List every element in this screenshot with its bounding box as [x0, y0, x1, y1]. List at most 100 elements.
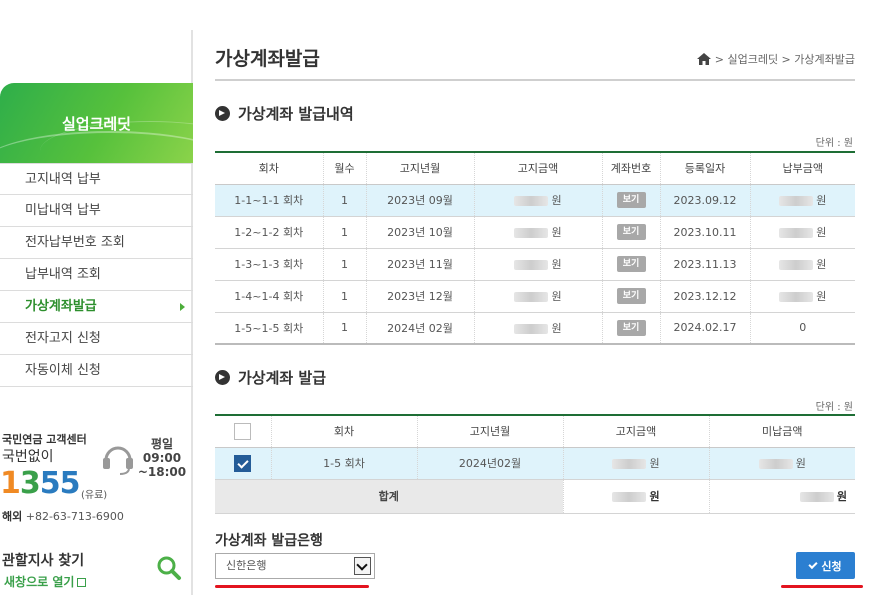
arrow-circle-icon — [215, 106, 230, 121]
sidebar-item-notice-payment[interactable]: 고지내역 납부 — [0, 163, 193, 195]
view-account-button[interactable]: 보기 — [616, 224, 646, 240]
select-cell — [215, 447, 272, 480]
sidebar-item-auto-transfer[interactable]: 자동이체 신청 — [0, 355, 193, 387]
paid-value: 원 — [816, 194, 827, 207]
cell-months: 1 — [323, 248, 367, 281]
sidebar-item-label: 미납내역 납부 — [25, 203, 101, 218]
cell-months: 1 — [323, 184, 367, 217]
cell-year-month: 2024년 02월 — [366, 312, 475, 345]
cell-account: 보기 — [602, 216, 661, 249]
search-icon[interactable] — [156, 555, 182, 581]
cell-year-month: 2023년 09월 — [366, 184, 475, 217]
view-account-button[interactable]: 보기 — [616, 319, 646, 336]
branch-title: 관할지사 찾기 — [2, 553, 85, 569]
select-all-cell — [215, 415, 272, 448]
number-digit: 1 — [0, 466, 21, 501]
cell-date: 2023.11.13 — [660, 248, 751, 281]
issue-section-title: 가상계좌 발급 — [215, 367, 326, 388]
won-unit: 원 — [551, 258, 562, 271]
view-account-button[interactable]: 보기 — [616, 256, 646, 272]
column-header: 납부금액 — [750, 152, 855, 185]
column-header: 고지년월 — [366, 152, 475, 185]
cell-paid: 원 — [750, 248, 855, 281]
sidebar-brand-banner[interactable]: 실업크레딧 — [0, 83, 193, 163]
cell-account: 보기 — [602, 184, 661, 217]
masked-value — [779, 228, 814, 238]
headset-icon — [103, 446, 133, 475]
customer-center-number: 1355 — [0, 466, 80, 501]
cell-amount: 원 — [474, 312, 603, 345]
external-link-icon — [77, 578, 87, 587]
paid-value: 원 — [816, 226, 827, 239]
view-account-button[interactable]: 보기 — [616, 192, 646, 208]
cell-amount: 원 — [474, 184, 603, 217]
sidebar: 실업크레딧 고지내역 납부 미납내역 납부 전자납부번호 조회 납부내역 조회 … — [0, 0, 193, 595]
masked-value — [612, 459, 647, 469]
column-header: 회차 — [271, 415, 418, 448]
paid-value: 0 — [799, 321, 807, 335]
cell-year-month: 2024년02월 — [417, 447, 564, 480]
apply-button[interactable]: 신청 — [796, 552, 855, 579]
cell-round: 1-5 회차 — [271, 447, 418, 480]
sidebar-item-unpaid-payment[interactable]: 미납내역 납부 — [0, 195, 193, 227]
main-content: 가상계좌발급 > 실업크레딧 > 가상계좌발급 가상계좌 발급내역 단위 : 원… — [215, 0, 863, 595]
column-header: 등록일자 — [660, 152, 751, 185]
masked-value — [779, 260, 814, 270]
hours-from: 09:00 — [142, 451, 182, 465]
arrow-circle-icon — [215, 370, 230, 385]
cell-date: 2023.12.12 — [660, 280, 751, 313]
masked-value — [612, 492, 647, 502]
history-title-label: 가상계좌 발급내역 — [238, 105, 354, 123]
column-header: 계좌번호 — [602, 152, 661, 185]
cell-amount: 원 — [563, 447, 710, 480]
cell-year-month: 2023년 12월 — [366, 280, 475, 313]
cell-months: 1 — [323, 216, 367, 249]
cell-amount: 원 — [474, 216, 603, 249]
sidebar-item-label: 자동이체 신청 — [25, 363, 101, 378]
cell-account: 보기 — [602, 280, 661, 313]
history-unit: 단위 : 원 — [815, 138, 853, 149]
column-header: 고지금액 — [563, 415, 710, 448]
hours-to: ~18:00 — [137, 465, 187, 479]
won-unit: 원 — [551, 226, 562, 239]
sidebar-item-label: 전자납부번호 조회 — [25, 235, 125, 250]
cell-date: 2023.09.12 — [660, 184, 751, 217]
sum-label: 합계 — [215, 479, 564, 514]
view-account-button[interactable]: 보기 — [616, 288, 646, 304]
masked-value — [514, 323, 549, 334]
cell-paid: 원 — [750, 216, 855, 249]
sum-row: 합계 원 원 — [215, 479, 855, 514]
bank-select[interactable]: 신한은행 — [215, 553, 375, 579]
check-icon — [808, 559, 818, 569]
row-checkbox[interactable] — [234, 454, 252, 472]
column-header: 고지금액 — [474, 152, 603, 185]
cell-year-month: 2023년 10월 — [366, 216, 475, 249]
table-row: 1-5~1-5 회차 1 2024년 02월 원 보기 2024.02.17 0 — [215, 312, 855, 345]
cell-account: 보기 — [602, 248, 661, 281]
sidebar-item-label: 가상계좌발급 — [25, 299, 97, 314]
cell-year-month: 2023년 11월 — [366, 248, 475, 281]
cell-months: 1 — [323, 312, 367, 345]
number-digit: 3 — [19, 466, 41, 501]
select-all-checkbox[interactable] — [234, 422, 252, 440]
apply-button-label: 신청 — [821, 559, 842, 573]
home-icon[interactable] — [696, 53, 711, 65]
cell-unpaid: 원 — [709, 447, 855, 480]
sidebar-item-e-notice[interactable]: 전자고지 신청 — [0, 323, 193, 355]
cell-date: 2024.02.17 — [660, 312, 751, 345]
sidebar-item-payment-history[interactable]: 납부내역 조회 — [0, 259, 193, 291]
masked-value — [514, 228, 549, 238]
won-unit: 원 — [551, 194, 562, 207]
chevron-down-icon[interactable] — [354, 557, 371, 575]
masked-value — [799, 492, 834, 502]
open-new-window-link[interactable]: 새창으로 열기 — [4, 573, 87, 590]
column-header: 회차 — [215, 152, 324, 185]
cell-round: 1-5~1-5 회차 — [215, 312, 324, 345]
sidebar-item-e-payment-number[interactable]: 전자납부번호 조회 — [0, 227, 193, 259]
cell-round: 1-2~1-2 회차 — [215, 216, 324, 249]
masked-value — [779, 196, 814, 206]
issue-unit: 단위 : 원 — [815, 402, 853, 413]
sidebar-item-virtual-account[interactable]: 가상계좌발급 — [0, 291, 193, 323]
column-header: 미납금액 — [709, 415, 855, 448]
number-digit: 5 — [39, 466, 61, 501]
